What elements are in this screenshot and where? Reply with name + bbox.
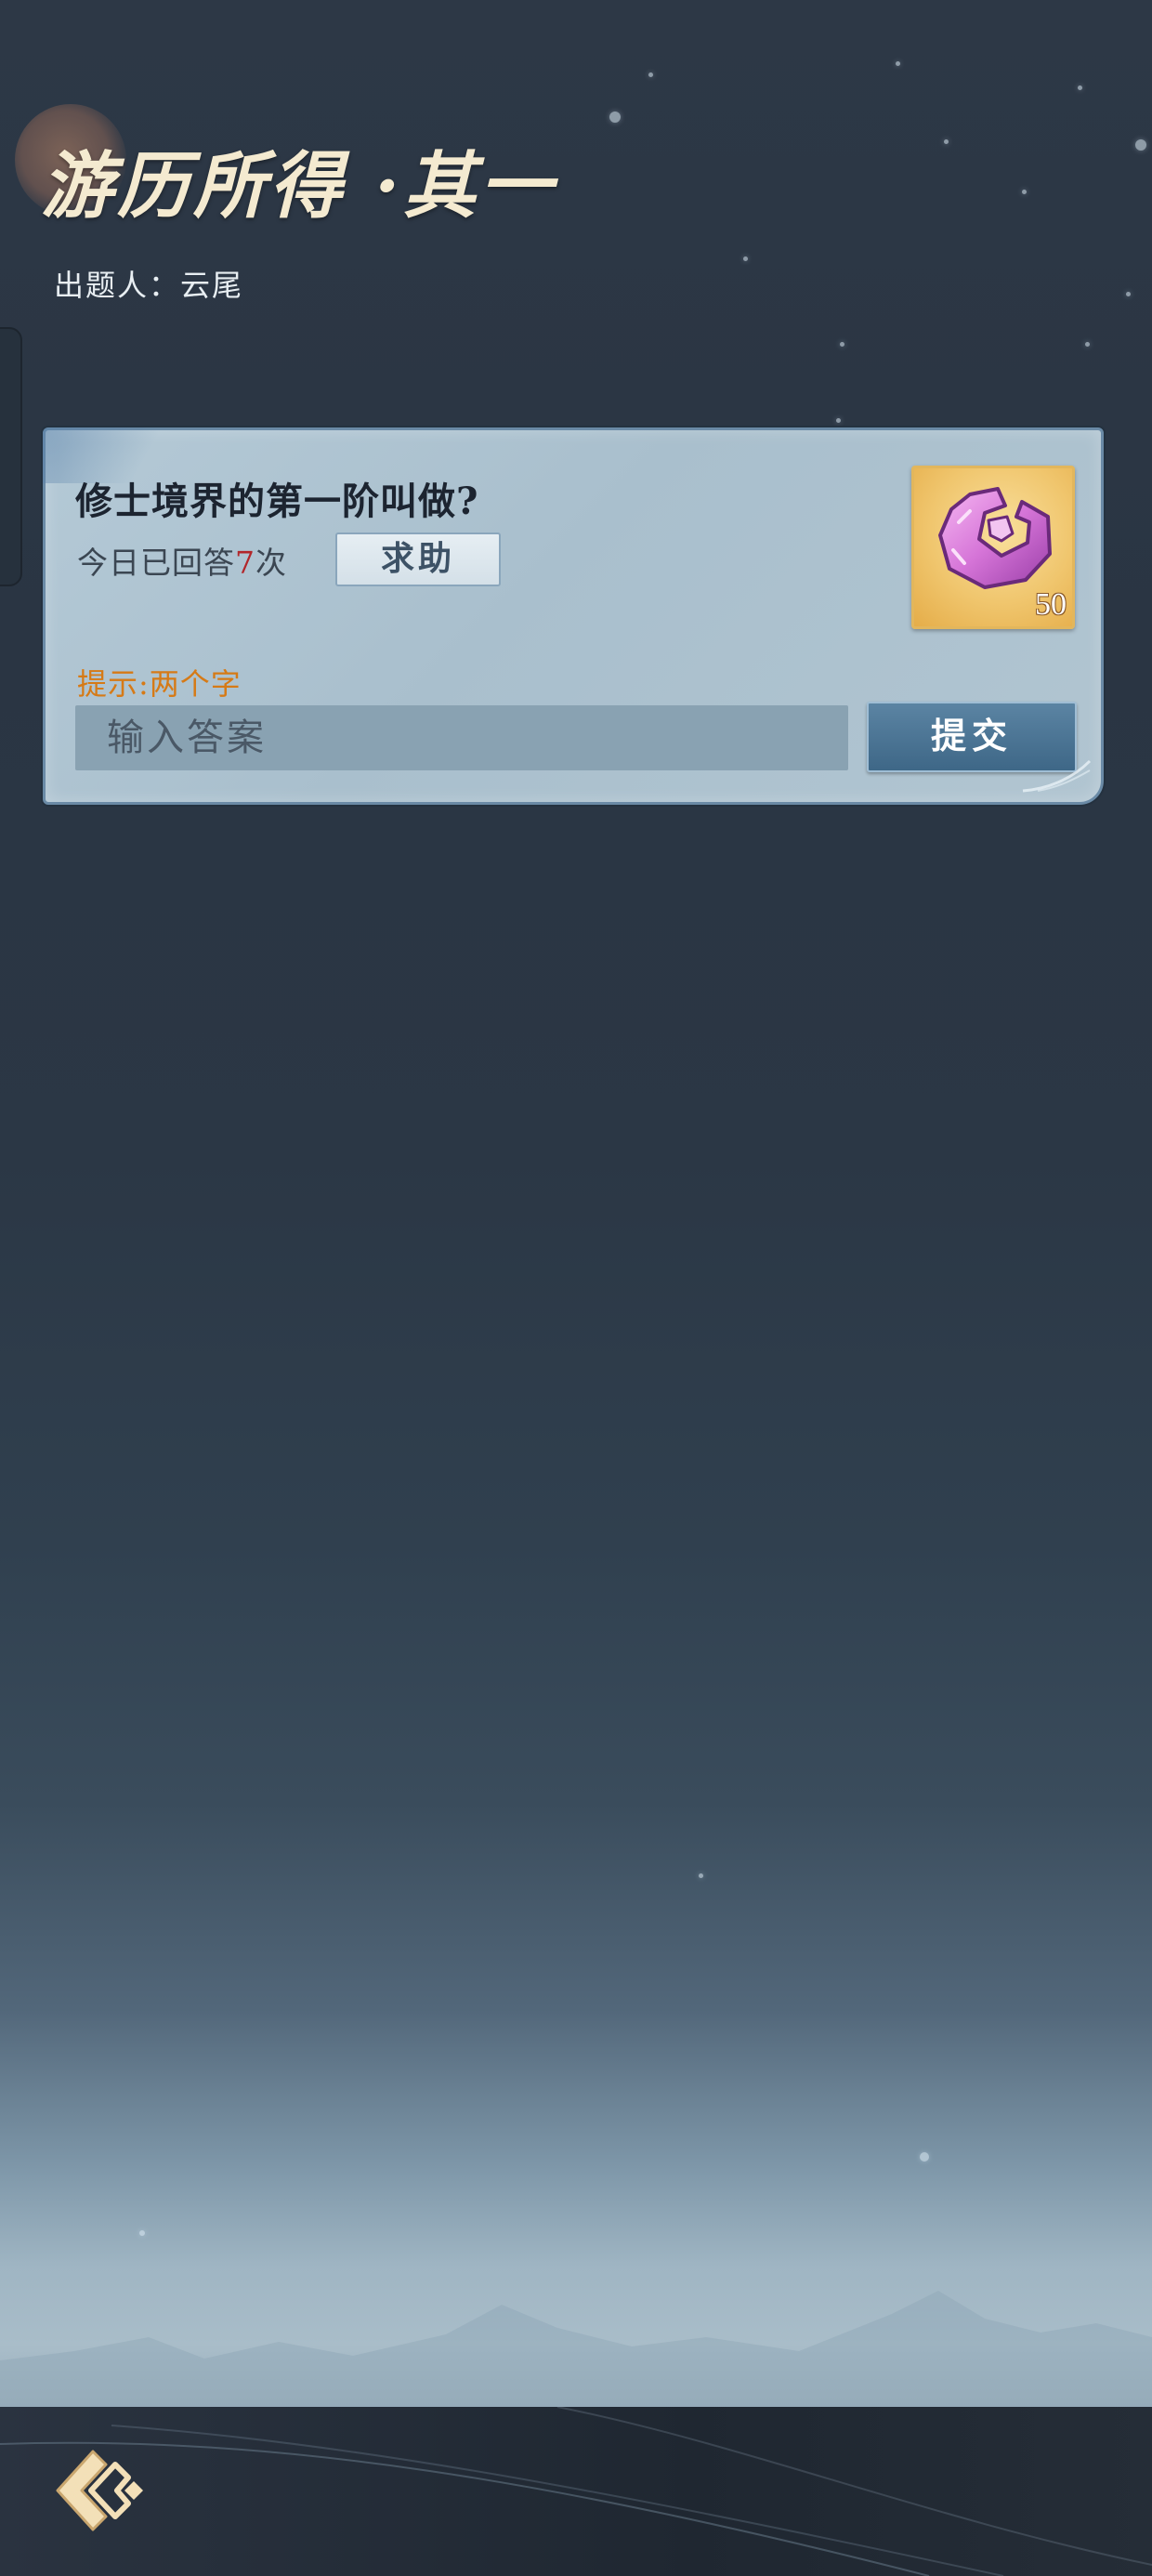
star-decoration (896, 61, 900, 66)
purple-gem-icon (938, 487, 1052, 589)
help-button[interactable]: 求助 (335, 532, 501, 586)
author-row: 出题人：云尾 (54, 262, 243, 305)
star-decoration (743, 256, 748, 261)
reward-quantity: 50 (1035, 587, 1067, 622)
bottom-bar (0, 2407, 1152, 2576)
star-decoration (1022, 190, 1027, 194)
answered-count: 7 (235, 545, 255, 581)
star-decoration (1135, 139, 1146, 151)
answered-suffix: 次 (255, 545, 287, 581)
star-decoration (920, 2152, 929, 2162)
back-arrow-icon[interactable] (50, 2444, 154, 2537)
answered-prefix: 今日已回答 (77, 545, 235, 581)
star-decoration (944, 139, 949, 144)
reward-item[interactable]: 50 (911, 466, 1075, 629)
hint-text: 提示:两个字 (77, 666, 242, 702)
bottom-swirl-decoration (0, 2407, 1152, 2576)
author-label: 出题人： (54, 268, 181, 303)
question-text: 修士境界的第一阶叫做? (75, 480, 479, 523)
side-drawer-tab[interactable] (0, 327, 22, 586)
star-decoration (836, 418, 841, 423)
star-decoration (699, 1873, 703, 1878)
page-title: 游历所得 ·其一 (41, 144, 556, 229)
star-decoration (1078, 85, 1082, 90)
mountain-silhouette (0, 2291, 1152, 2407)
star-decoration (609, 112, 621, 123)
answered-count-row: 今日已回答7次 (77, 538, 287, 583)
author-name: 云尾 (180, 268, 244, 303)
star-decoration (648, 72, 653, 77)
star-decoration (840, 342, 844, 347)
quiz-card: 修士境界的第一阶叫做? 今日已回答7次 求助 50 提示:两个字 提交 (43, 427, 1104, 805)
card-swirl-decoration (1022, 759, 1092, 793)
answer-input[interactable] (75, 705, 848, 770)
star-decoration (1085, 342, 1090, 347)
star-decoration (1126, 292, 1131, 296)
star-decoration (139, 2230, 145, 2236)
